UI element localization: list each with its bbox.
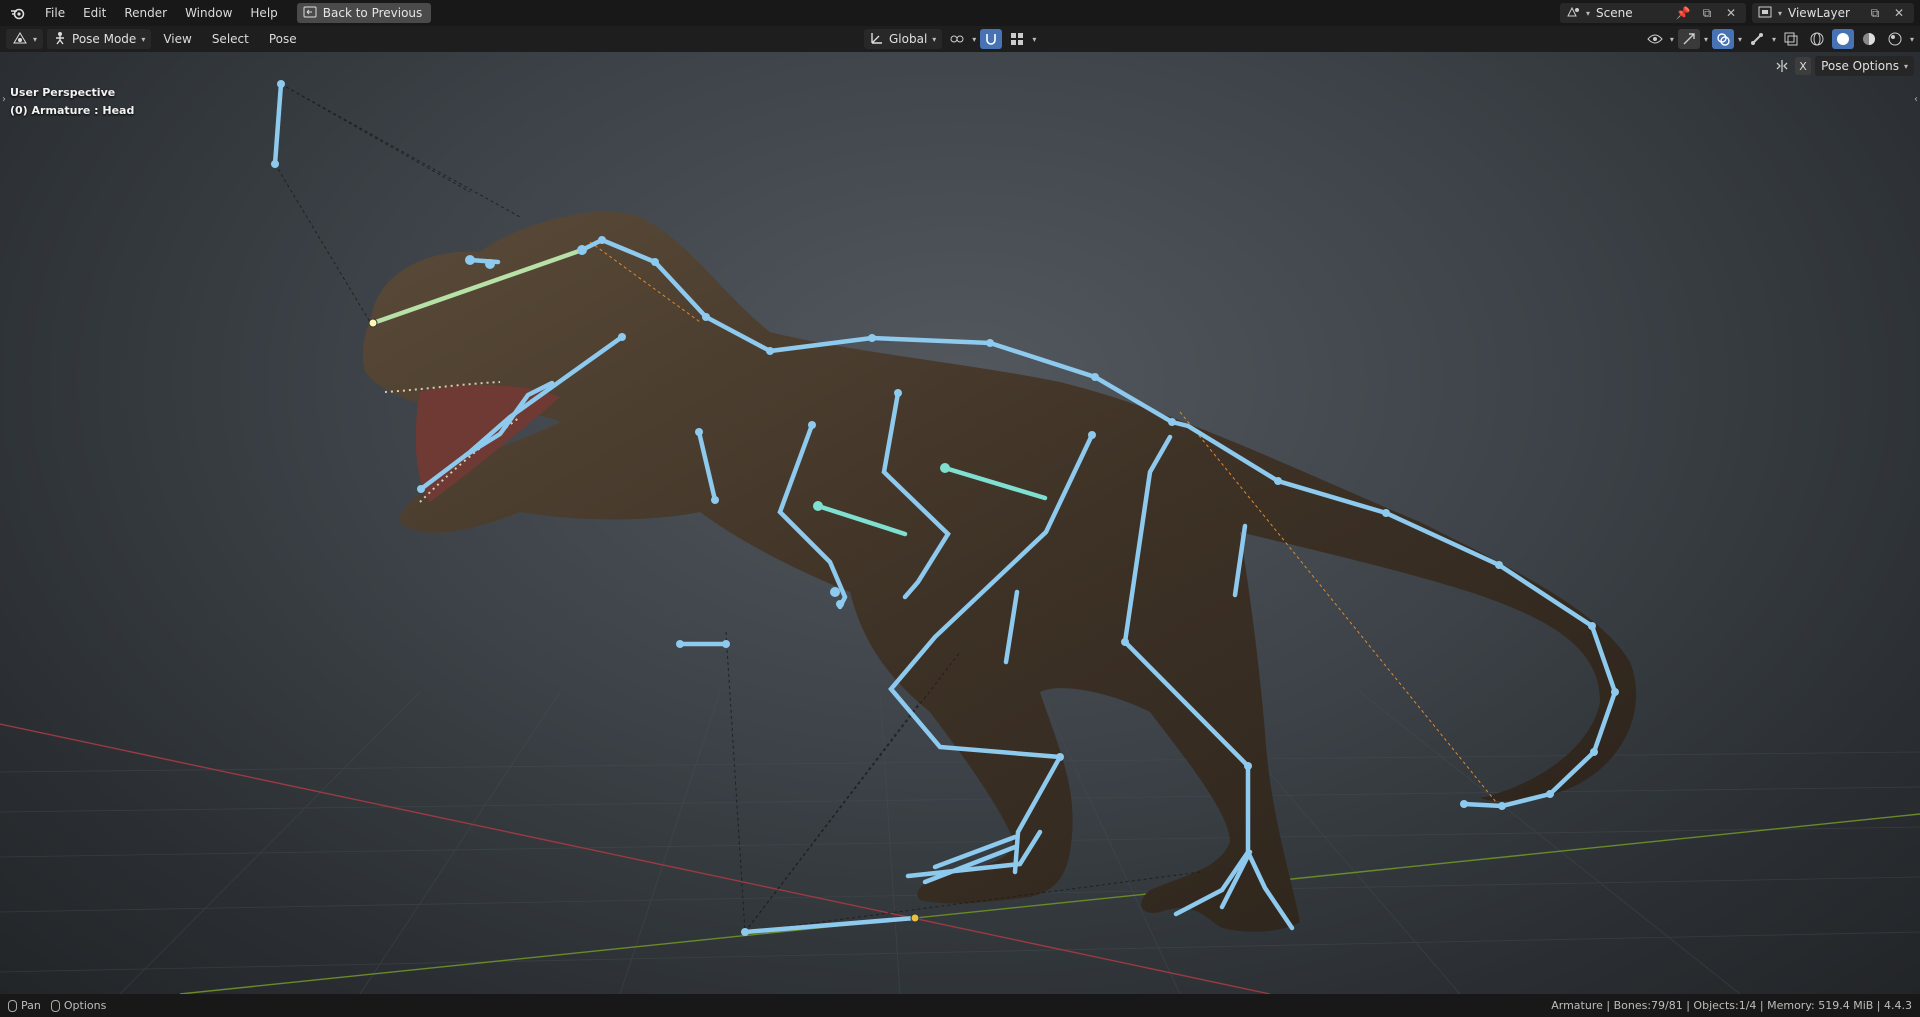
mirror-icon[interactable]: [1773, 57, 1791, 75]
rendered-shading-icon[interactable]: [1884, 29, 1906, 49]
bone-overlay-icon[interactable]: [1746, 29, 1768, 49]
chevron-down-icon[interactable]: ▾: [1704, 35, 1708, 44]
material-shading-icon[interactable]: [1858, 29, 1880, 49]
solid-shading-icon[interactable]: [1831, 29, 1854, 49]
chevron-down-icon: ▾: [1585, 8, 1590, 18]
chevron-down-icon[interactable]: ▾: [1670, 35, 1674, 44]
menu-render[interactable]: Render: [115, 0, 176, 26]
top-menu-bar: File Edit Render Window Help Back to Pre…: [0, 0, 1920, 26]
back-to-previous-button[interactable]: Back to Previous: [296, 3, 432, 23]
editor-type-dropdown[interactable]: ▾: [6, 29, 44, 49]
mode-dropdown[interactable]: Pose Mode ▾: [47, 29, 152, 49]
scene-icon: [1566, 6, 1580, 21]
orientation-label: Global: [889, 32, 928, 46]
snap-toggle-icon[interactable]: [980, 29, 1003, 49]
xray-toggle-icon[interactable]: [1780, 29, 1802, 49]
transform-orientation-dropdown[interactable]: Global ▾: [864, 29, 943, 49]
chevron-down-icon[interactable]: ▾: [1910, 35, 1914, 44]
menu-pose[interactable]: Pose: [261, 29, 305, 49]
mode-label: Pose Mode: [72, 32, 137, 46]
x-mirror-toggle[interactable]: X: [1795, 57, 1812, 75]
3d-viewport[interactable]: User Perspective (0) Armature : Head › ‹…: [0, 52, 1920, 994]
chevron-down-icon: ▾: [932, 34, 937, 44]
x-axis-line: [0, 723, 1271, 994]
scene-statistics: Armature | Bones:79/81 | Objects:1/4 | M…: [1551, 999, 1912, 1012]
orientation-icon: [870, 31, 884, 48]
view-layer-name: ViewLayer: [1788, 6, 1850, 20]
back-to-previous-label: Back to Previous: [322, 6, 423, 20]
viewport-header: ▾ Pose Mode ▾ View Select Pose Global ▾ …: [0, 26, 1920, 52]
menu-help[interactable]: Help: [241, 0, 286, 26]
pan-hint: Pan: [8, 999, 41, 1012]
back-icon: [303, 6, 317, 21]
options-label: Options: [63, 999, 107, 1012]
menu-window[interactable]: Window: [176, 0, 241, 26]
bone-head-control: [272, 81, 284, 167]
overlays-toggle-icon[interactable]: [1711, 29, 1734, 49]
pose-options-dropdown[interactable]: Pose Options ▾: [1815, 56, 1914, 76]
pan-label: Pan: [21, 999, 41, 1012]
mouse-middle-icon: [8, 999, 17, 1012]
view-name-label: User Perspective: [10, 86, 116, 99]
blender-logo-icon[interactable]: [0, 0, 36, 26]
chevron-down-icon: ▾: [1903, 61, 1908, 71]
active-object-label: (0) Armature : Head: [10, 104, 135, 117]
pivot-point-icon[interactable]: [946, 29, 968, 49]
active-bone-target: [910, 913, 920, 923]
chevron-down-icon[interactable]: ▾: [1772, 35, 1776, 44]
duplicate-layer-icon[interactable]: ⧉: [1866, 4, 1884, 22]
scene-name: Scene: [1595, 6, 1633, 20]
close-scene-icon[interactable]: ✕: [1722, 4, 1740, 22]
chevron-down-icon[interactable]: ▾: [1032, 35, 1036, 44]
pose-options-label: Pose Options: [1821, 59, 1899, 73]
visibility-eye-icon[interactable]: [1644, 29, 1666, 49]
gizmo-toggle-icon[interactable]: [1677, 29, 1700, 49]
chevron-down-icon: ▾: [141, 34, 146, 44]
trex-mesh: [362, 211, 1637, 932]
pose-options-group: X Pose Options ▾: [1773, 56, 1914, 76]
view-layer-icon: [1758, 6, 1772, 21]
close-layer-icon[interactable]: ✕: [1890, 4, 1908, 22]
options-hint: Options: [50, 999, 107, 1012]
view-layer-selector[interactable]: ▾ ViewLayer ⧉ ✕: [1751, 3, 1914, 23]
menu-file[interactable]: File: [36, 0, 74, 26]
editor-type-icon: [12, 31, 28, 48]
pin-icon[interactable]: 📌: [1674, 4, 1692, 22]
active-bone-head: [368, 318, 378, 328]
menu-view[interactable]: View: [155, 29, 199, 49]
menu-select[interactable]: Select: [204, 29, 257, 49]
duplicate-scene-icon[interactable]: ⧉: [1698, 4, 1716, 22]
wireframe-shading-icon[interactable]: [1806, 29, 1828, 49]
status-bar: Pan Options Armature | Bones:79/81 | Obj…: [0, 994, 1920, 1017]
bone-foot-ik: [742, 915, 918, 935]
toolbar-expand-arrow-icon[interactable]: ›: [2, 94, 6, 105]
sidebar-expand-arrow-icon[interactable]: ‹: [1914, 94, 1918, 105]
chevron-down-icon: ▾: [33, 34, 38, 44]
chevron-down-icon[interactable]: ▾: [972, 35, 976, 44]
mouse-right-icon: [50, 999, 60, 1012]
pose-mode-icon: [53, 31, 67, 48]
scene-selector[interactable]: ▾ Scene 📌 ⧉ ✕: [1559, 3, 1746, 23]
menu-edit[interactable]: Edit: [74, 0, 115, 26]
snap-target-icon[interactable]: [1006, 29, 1028, 49]
viewport-scene: [0, 80, 1920, 994]
chevron-down-icon[interactable]: ▾: [1738, 35, 1742, 44]
chevron-down-icon: ▾: [1777, 8, 1782, 18]
